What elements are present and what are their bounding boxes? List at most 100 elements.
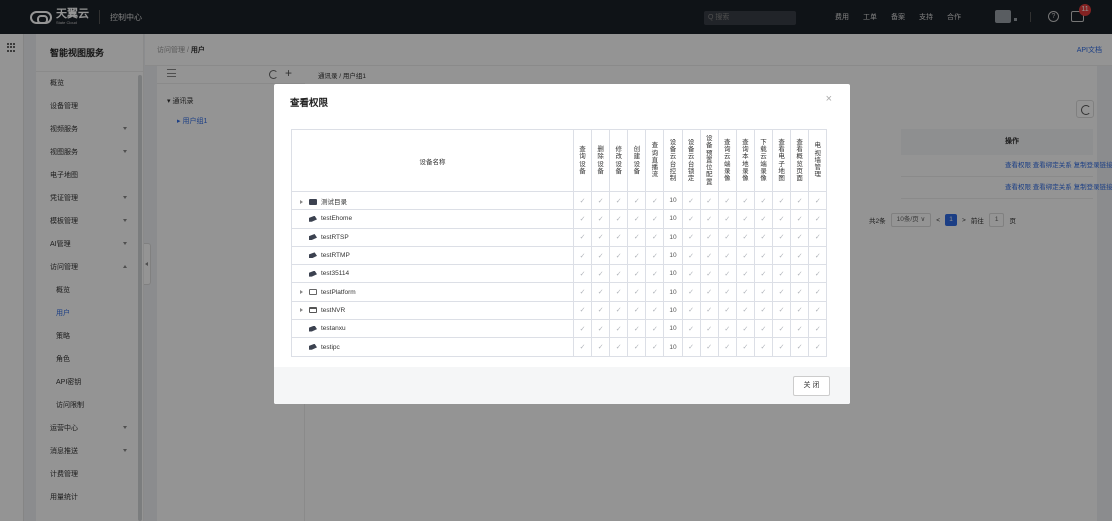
check-icon: ✓ xyxy=(627,245,647,266)
check-icon: ✓ xyxy=(627,209,647,229)
check-icon: ✓ xyxy=(772,209,792,229)
check-icon: ✓ xyxy=(717,300,737,321)
column-header-permission: 电视墙管理 xyxy=(808,129,828,192)
check-icon: ✓ xyxy=(572,264,593,284)
column-header-label: 设备云台锁定 xyxy=(687,138,695,183)
check-icon: ✓ xyxy=(609,245,629,266)
column-header-permission: 查询本地录像 xyxy=(735,129,755,192)
check-icon: ✓ xyxy=(790,337,810,357)
camera-icon xyxy=(309,270,317,277)
check-icon: ✓ xyxy=(572,245,593,266)
column-header-permission: 下载云端录像 xyxy=(753,129,774,192)
check-icon: ✓ xyxy=(609,209,629,229)
check-icon: ✓ xyxy=(627,319,647,339)
check-icon: ✓ xyxy=(572,337,593,357)
check-icon: ✓ xyxy=(609,190,629,211)
table-row: testPlatform ✓ ✓ ✓ ✓ ✓ 10 ✓ ✓ ✓ ✓ ✓ ✓ ✓ ✓ xyxy=(291,282,828,302)
check-icon: ✓ xyxy=(735,319,755,339)
device-name-cell: testipc xyxy=(291,337,574,357)
ptz-level-value: 10 xyxy=(663,337,683,357)
close-button[interactable]: 关 闭 xyxy=(793,376,830,396)
column-header-label: 查看电子地图 xyxy=(778,138,785,183)
check-icon: ✓ xyxy=(790,227,810,247)
ptz-level-value: 10 xyxy=(663,190,683,211)
check-icon: ✓ xyxy=(735,227,755,247)
check-icon: ✓ xyxy=(753,264,774,284)
check-icon: ✓ xyxy=(591,209,611,229)
device-name: testanxu xyxy=(321,325,346,333)
check-icon: ✓ xyxy=(627,264,647,284)
table-row: testRTMP ✓ ✓ ✓ ✓ ✓ 10 ✓ ✓ ✓ ✓ ✓ ✓ ✓ ✓ xyxy=(291,245,828,266)
check-icon: ✓ xyxy=(699,245,719,266)
check-icon: ✓ xyxy=(681,282,701,302)
check-icon: ✓ xyxy=(591,282,611,302)
nvr-icon xyxy=(309,307,317,314)
check-icon: ✓ xyxy=(645,319,665,339)
check-icon: ✓ xyxy=(645,300,665,321)
check-icon: ✓ xyxy=(645,227,665,247)
table-row: testEhome ✓ ✓ ✓ ✓ ✓ 10 ✓ ✓ ✓ ✓ ✓ ✓ ✓ ✓ xyxy=(291,209,828,229)
check-icon: ✓ xyxy=(681,227,701,247)
check-icon: ✓ xyxy=(627,282,647,302)
column-header-label: 查看概览页面 xyxy=(796,138,803,183)
check-icon: ✓ xyxy=(808,245,828,266)
check-icon: ✓ xyxy=(699,300,719,321)
check-icon: ✓ xyxy=(772,300,792,321)
column-header-permission: 查看电子地图 xyxy=(772,129,792,192)
device-name-cell: testanxu xyxy=(291,319,574,339)
column-header-label: 下载云端录像 xyxy=(760,138,767,183)
column-header-label: 修改设备 xyxy=(615,145,622,175)
check-icon: ✓ xyxy=(699,227,719,247)
dialog-footer: 关 闭 xyxy=(274,367,850,404)
check-icon: ✓ xyxy=(753,337,774,357)
camera-icon xyxy=(309,343,317,350)
column-header-permission: 设备云台控制 xyxy=(663,129,683,192)
check-icon: ✓ xyxy=(717,190,737,211)
device-name: testipc xyxy=(321,343,340,351)
expand-caret-icon[interactable] xyxy=(300,199,303,204)
column-header-permission: 删除设备 xyxy=(591,129,611,192)
check-icon: ✓ xyxy=(735,264,755,284)
ptz-level-value: 10 xyxy=(663,319,683,339)
check-icon: ✓ xyxy=(790,282,810,302)
check-icon: ✓ xyxy=(699,209,719,229)
check-icon: ✓ xyxy=(609,227,629,247)
check-icon: ✓ xyxy=(790,300,810,321)
check-icon: ✓ xyxy=(808,264,828,284)
expand-caret-icon[interactable] xyxy=(300,308,303,313)
check-icon: ✓ xyxy=(808,190,828,211)
check-icon: ✓ xyxy=(572,282,593,302)
expand-caret-icon[interactable] xyxy=(300,289,303,294)
check-icon: ✓ xyxy=(772,319,792,339)
column-header-label: 电视墙管理 xyxy=(814,142,822,179)
check-icon: ✓ xyxy=(717,209,737,229)
check-icon: ✓ xyxy=(645,337,665,357)
ptz-level-value: 10 xyxy=(663,282,683,302)
check-icon: ✓ xyxy=(772,245,792,266)
check-icon: ✓ xyxy=(772,264,792,284)
column-header-permission: 查看概览页面 xyxy=(790,129,810,192)
check-icon: ✓ xyxy=(753,245,774,266)
check-icon: ✓ xyxy=(772,190,792,211)
check-icon: ✓ xyxy=(627,337,647,357)
check-icon: ✓ xyxy=(753,209,774,229)
device-name: 测试目录 xyxy=(321,198,347,206)
ptz-level-value: 10 xyxy=(663,209,683,229)
close-icon[interactable]: × xyxy=(826,93,832,105)
check-icon: ✓ xyxy=(609,264,629,284)
check-icon: ✓ xyxy=(717,337,737,357)
check-icon: ✓ xyxy=(699,337,719,357)
camera-icon xyxy=(309,325,317,332)
column-header-label: 查询设备 xyxy=(579,145,586,175)
check-icon: ✓ xyxy=(735,282,755,302)
device-name: testEhome xyxy=(321,215,353,223)
dialog-title: 查看权限 xyxy=(290,98,329,109)
check-icon: ✓ xyxy=(572,300,593,321)
ptz-level-value: 10 xyxy=(663,227,683,247)
check-icon: ✓ xyxy=(645,245,665,266)
check-icon: ✓ xyxy=(591,190,611,211)
platform-icon xyxy=(309,288,317,295)
column-header-device-name: 设备名称 xyxy=(291,129,574,192)
check-icon: ✓ xyxy=(808,209,828,229)
device-name-cell: testEhome xyxy=(291,209,574,229)
